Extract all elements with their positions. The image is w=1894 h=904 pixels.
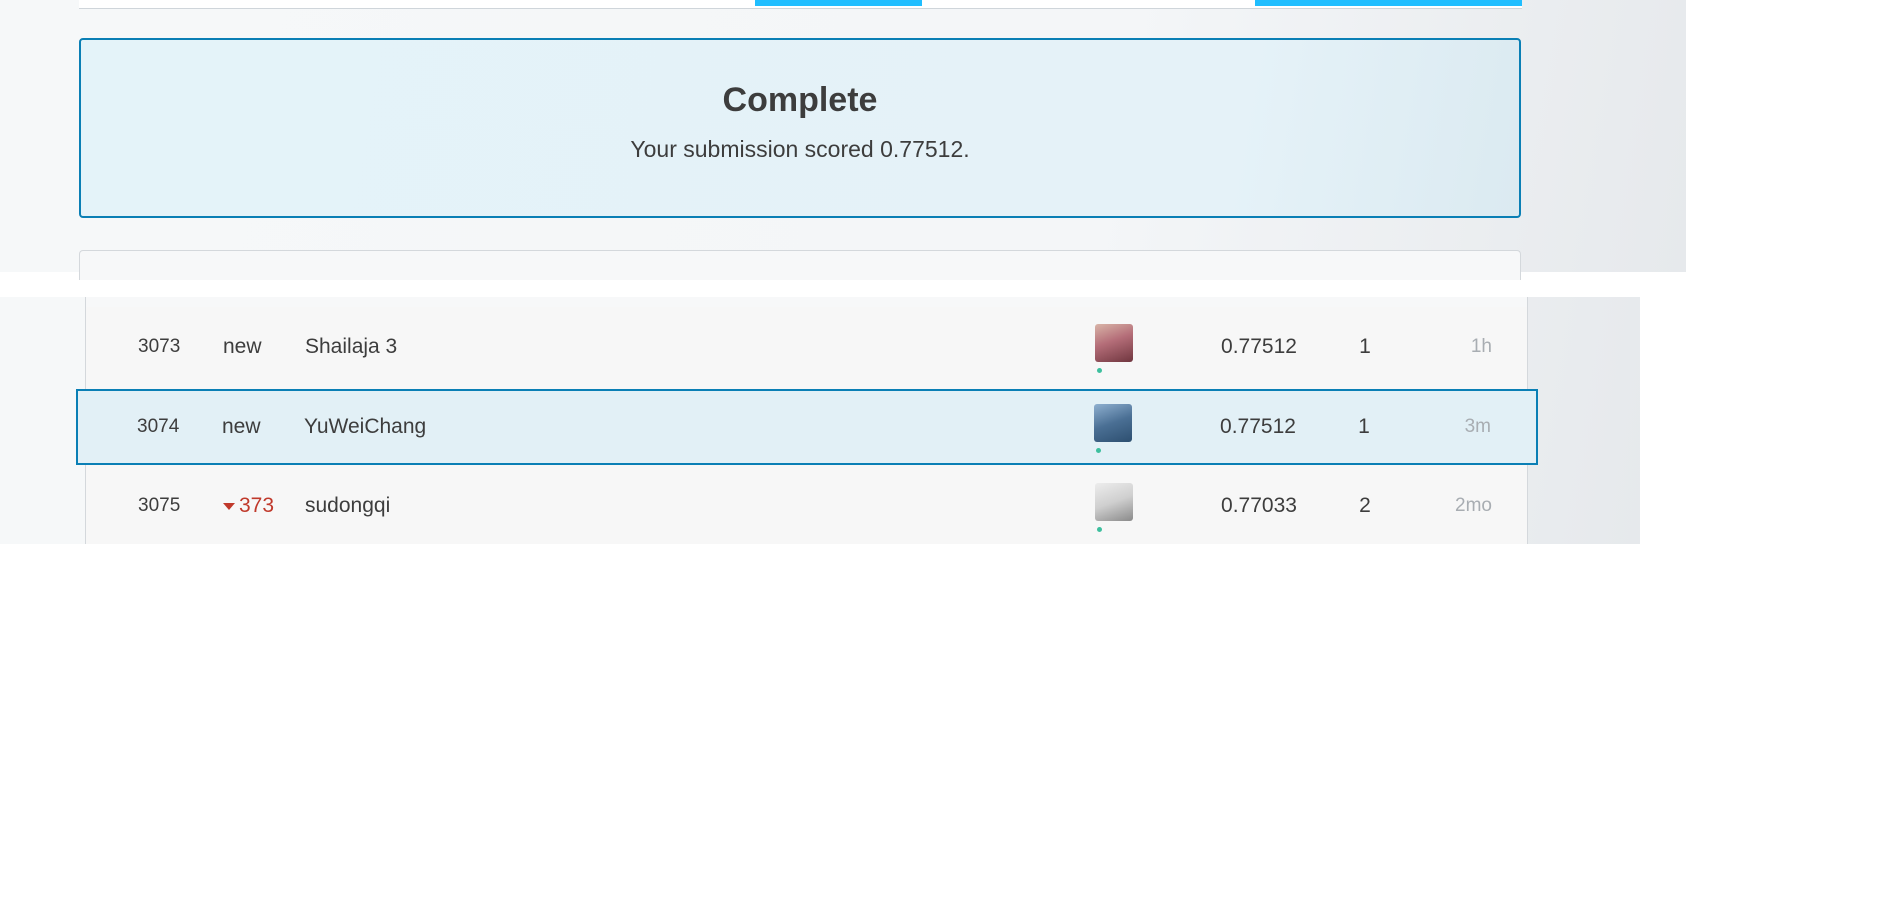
table-row[interactable]: 3075 373 sudongqi 0.77033 2 2mo <box>86 468 1527 544</box>
last-submission-cell: 3m <box>1464 416 1491 437</box>
online-status-dot <box>1096 448 1101 453</box>
tab-strip <box>79 0 1522 9</box>
leaderboard-card-header <box>79 250 1521 280</box>
submission-panel: Complete Your submission scored 0.77512. <box>0 0 1686 280</box>
rank-delta-value: 373 <box>239 494 275 517</box>
team-member-avatar[interactable] <box>1094 389 1134 465</box>
table-row[interactable]: 3074 new YuWeiChang 0.77512 1 3m <box>85 389 1528 465</box>
score-cell: 0.77512 <box>1220 415 1296 438</box>
last-submission-cell: 2mo <box>1455 495 1492 516</box>
rank-cell: 3074 <box>137 416 180 437</box>
submission-status-title: Complete <box>722 81 878 119</box>
tab-active-indicator[interactable] <box>755 0 922 6</box>
avatar[interactable] <box>1095 483 1133 521</box>
entries-cell: 1 <box>1359 335 1371 358</box>
submission-score-message: Your submission scored 0.77512. <box>630 136 970 162</box>
last-submission-cell: 1h <box>1470 336 1492 357</box>
avatar[interactable] <box>1094 404 1132 442</box>
rank-delta: new <box>223 335 262 358</box>
score-cell: 0.77512 <box>1221 335 1297 358</box>
score-cell: 0.77033 <box>1221 494 1297 517</box>
caret-down-icon <box>223 502 235 510</box>
submission-result-box: Complete Your submission scored 0.77512. <box>79 38 1521 218</box>
team-member-avatar[interactable] <box>1095 468 1135 544</box>
avatar[interactable] <box>1095 324 1133 362</box>
rank-cell: 3075 <box>138 495 181 516</box>
rank-delta: 373 <box>223 468 303 544</box>
team-name-link[interactable]: YuWeiChang <box>304 389 864 465</box>
team-member-avatar[interactable] <box>1095 309 1135 385</box>
entries-cell: 2 <box>1359 494 1371 517</box>
online-status-dot <box>1097 527 1102 532</box>
rank-cell: 3073 <box>138 336 181 357</box>
online-status-dot <box>1097 368 1102 373</box>
team-name-link[interactable]: sudongqi <box>305 468 865 544</box>
entries-cell: 1 <box>1358 415 1370 438</box>
table-row-highlighted[interactable]: 3074 new YuWeiChang 0.77512 1 3m <box>76 389 1538 465</box>
table-row[interactable]: 3073 new Shailaja 3 0.77512 1 1h <box>86 309 1527 385</box>
rank-delta: new <box>222 415 261 438</box>
tab-active-indicator[interactable] <box>1255 0 1522 6</box>
team-name-link[interactable]: Shailaja 3 <box>305 309 865 385</box>
